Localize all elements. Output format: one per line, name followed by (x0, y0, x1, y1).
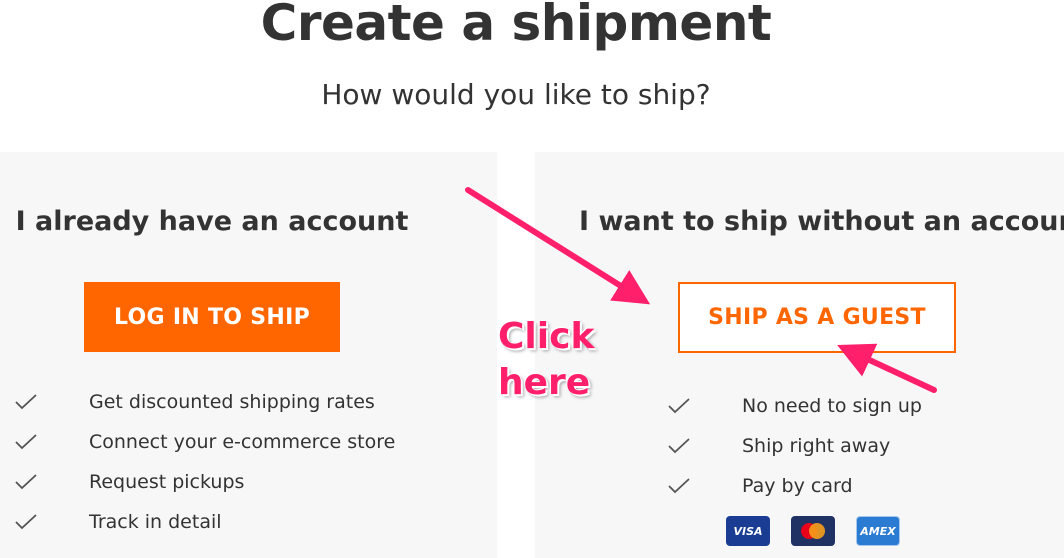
feature-label: No need to sign up (742, 395, 922, 417)
guest-card: I want to ship without an account SHIP A… (535, 152, 1064, 558)
amex-icon: AMEX (856, 516, 900, 546)
feature-item: Ship right away (667, 426, 922, 466)
check-icon (667, 396, 742, 416)
account-features-list: Get discounted shipping rates Connect yo… (14, 382, 395, 542)
feature-label: Ship right away (742, 435, 891, 457)
feature-item: Pay by card (667, 466, 922, 506)
annotation-line-1: Click (498, 316, 595, 357)
guest-features-list: No need to sign up Ship right away Pay b… (667, 386, 922, 506)
check-icon (667, 476, 742, 496)
page-title: Create a shipment (260, 0, 772, 52)
feature-item: Connect your e-commerce store (14, 422, 395, 462)
ship-as-guest-button[interactable]: SHIP AS A GUEST (678, 282, 956, 353)
feature-label: Connect your e-commerce store (89, 431, 396, 453)
feature-label: Request pickups (89, 471, 245, 493)
feature-label: Pay by card (742, 475, 853, 497)
feature-item: Request pickups (14, 462, 395, 502)
guest-card-title: I want to ship without an account (579, 206, 1064, 237)
feature-item: Track in detail (14, 502, 395, 542)
check-icon (14, 432, 89, 452)
account-card: I already have an account LOG IN TO SHIP… (0, 152, 497, 558)
click-here-annotation: Click here (498, 314, 594, 406)
check-icon (14, 392, 89, 412)
feature-item: Get discounted shipping rates (14, 382, 395, 422)
visa-icon: VISA (726, 516, 770, 546)
mastercard-icon (791, 516, 835, 546)
feature-item: No need to sign up (667, 386, 922, 426)
feature-label: Track in detail (89, 511, 222, 533)
check-icon (14, 512, 89, 532)
payment-methods: VISA AMEX (726, 516, 900, 546)
login-to-ship-button[interactable]: LOG IN TO SHIP (84, 282, 340, 352)
check-icon (14, 472, 89, 492)
feature-label: Get discounted shipping rates (89, 391, 375, 413)
account-card-title: I already have an account (15, 206, 409, 237)
check-icon (667, 436, 742, 456)
page-subtitle: How would you like to ship? (321, 78, 711, 111)
annotation-line-2: here (498, 362, 591, 403)
